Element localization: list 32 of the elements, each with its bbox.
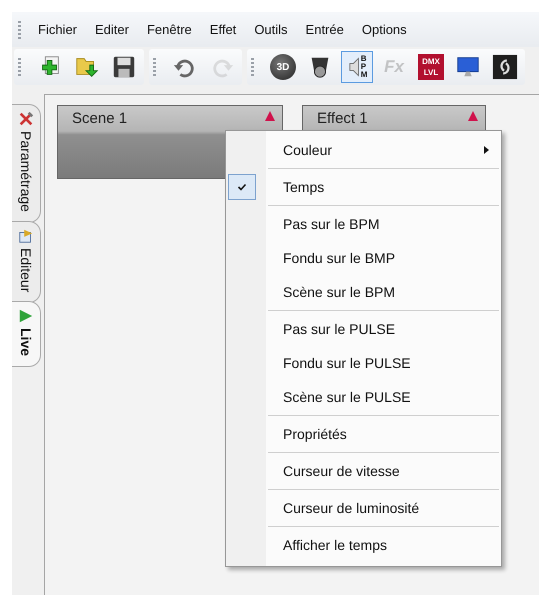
play-icon — [18, 308, 34, 324]
menu-item[interactable]: Outils — [245, 22, 297, 37]
grip-handle[interactable] — [18, 20, 21, 38]
editor-icon — [18, 228, 34, 244]
grip-handle[interactable] — [18, 58, 21, 76]
side-tab[interactable]: Editeur — [12, 220, 41, 304]
grip-handle[interactable] — [153, 58, 156, 76]
menu-item[interactable]: Propriétés — [226, 417, 501, 451]
menu-item[interactable]: Afficher le temps — [226, 528, 501, 562]
menu-item[interactable]: Fichier — [29, 22, 86, 37]
menu-item[interactable]: Entrée — [296, 22, 353, 37]
menu-item[interactable]: Pas sur le PULSE — [226, 312, 501, 346]
toolbar-button[interactable]: BPM — [341, 51, 373, 83]
menu-item[interactable]: Curseur de vitesse — [226, 454, 501, 488]
menu-item[interactable]: Scène sur le PULSE — [226, 380, 501, 414]
bpm-label: BPM — [360, 55, 366, 79]
menu-item[interactable]: Scène sur le BPM — [226, 275, 501, 309]
swirl-icon — [492, 54, 518, 80]
menu-item[interactable]: Fondu sur le BMP — [226, 241, 501, 275]
menu-item[interactable]: Fondu sur le PULSE — [226, 346, 501, 380]
tools-icon — [18, 111, 34, 127]
side-tab[interactable]: Live — [12, 301, 41, 368]
menu-item[interactable]: Editer — [86, 22, 138, 37]
menu-item[interactable]: Fenêtre — [138, 22, 201, 37]
menu-item[interactable]: Options — [352, 22, 416, 37]
menu-item[interactable]: Effet — [200, 22, 246, 37]
menu-item[interactable]: Temps — [226, 170, 501, 204]
save-icon — [111, 54, 137, 80]
side-tab[interactable]: Paramétrage — [12, 104, 41, 223]
menu-item[interactable]: Pas sur le BPM — [226, 207, 501, 241]
grip-handle[interactable] — [251, 58, 254, 76]
menu-item[interactable]: Curseur de luminosité — [226, 491, 501, 525]
